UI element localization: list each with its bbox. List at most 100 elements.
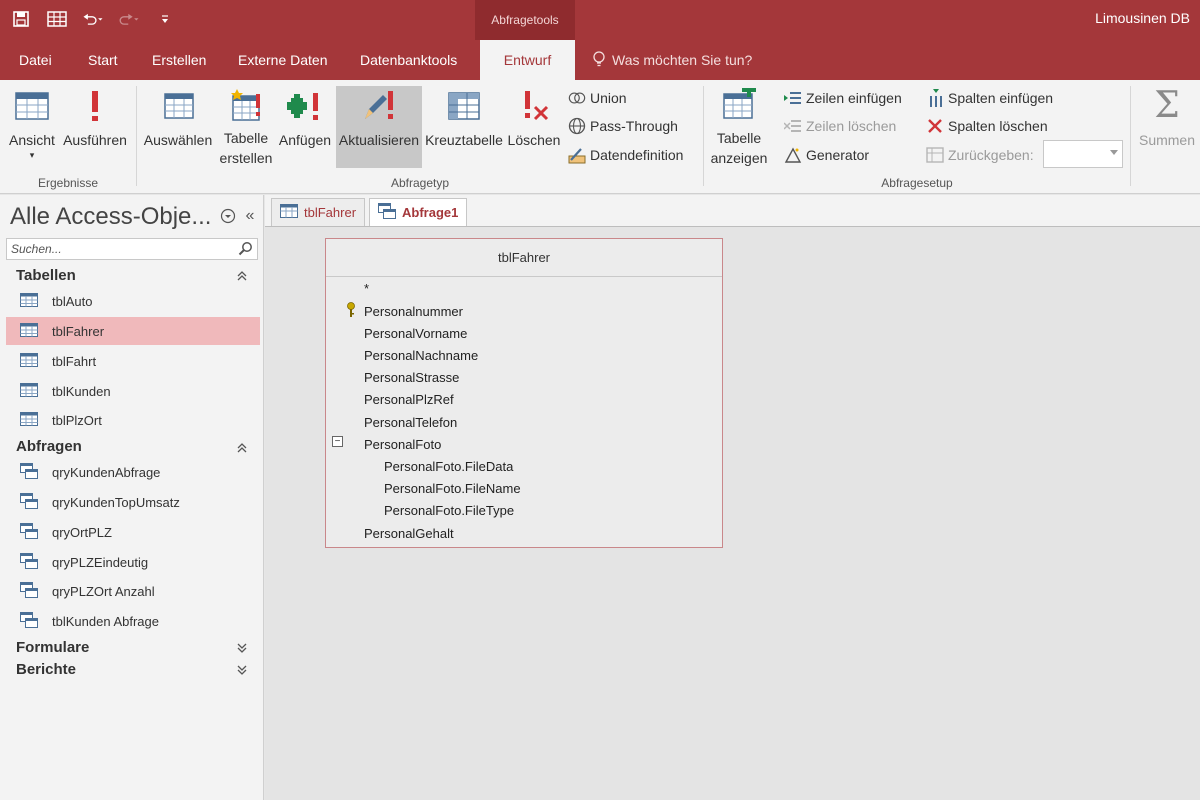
nav-item-qryortplz[interactable]: qryOrtPLZ	[6, 518, 260, 546]
field-personalnummer[interactable]: Personalnummer	[364, 304, 463, 319]
section-abfragen[interactable]: Abfragen	[16, 438, 82, 455]
section-berichte[interactable]: Berichte	[16, 661, 76, 678]
kreuztabelle-label: Kreuztabelle	[425, 132, 503, 148]
field-personalplzref[interactable]: PersonalPlzRef	[364, 392, 454, 407]
tab-datei[interactable]: Datei	[19, 40, 52, 80]
sigma-icon: Σ	[1154, 85, 1180, 126]
builder-wand-icon	[784, 146, 802, 164]
chevron-down-icon[interactable]	[236, 641, 248, 655]
ribbon: Ansicht ▾ Ausführen Ergebnisse Auswählen…	[0, 80, 1200, 194]
aktualisieren-button[interactable]: Aktualisieren	[336, 86, 422, 168]
union-label: Union	[590, 90, 627, 106]
union-button[interactable]: Union	[568, 86, 627, 110]
nav-item-tblauto[interactable]: tblAuto	[6, 287, 260, 315]
field-list-tblfahrer[interactable]: tblFahrer * Personalnummer PersonalVorna…	[325, 238, 723, 548]
field-all[interactable]: *	[364, 281, 369, 296]
loeschen-button[interactable]: Löschen	[506, 86, 562, 168]
doc-tab-tblfahrer[interactable]: tblFahrer	[271, 198, 366, 226]
field-personalstrasse[interactable]: PersonalStrasse	[364, 370, 459, 385]
nav-item-qryplzort-anzahl[interactable]: qryPLZOrt Anzahl	[6, 577, 260, 605]
union-icon	[568, 89, 586, 107]
nav-item-label: qryOrtPLZ	[52, 524, 112, 540]
table-icon	[20, 411, 38, 429]
nav-item-qrykundenabfrage[interactable]: qryKundenAbfrage	[6, 458, 260, 486]
group-separator	[136, 86, 137, 186]
nav-item-tblkunden[interactable]: tblKunden	[6, 377, 260, 405]
field-personalnachname[interactable]: PersonalNachname	[364, 348, 478, 363]
redo-icon[interactable]	[118, 8, 140, 30]
nav-item-label: qryPLZEindeutig	[52, 554, 149, 570]
nav-search-input[interactable]: Suchen...	[6, 238, 258, 260]
chevron-down-icon: ▾	[29, 150, 35, 160]
table-icon	[20, 292, 38, 310]
zeilen-einfuegen-button[interactable]: Zeilen einfügen	[784, 86, 902, 110]
delete-columns-icon	[926, 117, 944, 135]
collapse-pane-icon[interactable]: «	[241, 207, 259, 225]
chevron-up-icon[interactable]	[236, 441, 248, 455]
tell-me-search[interactable]: Was möchten Sie tun?	[592, 40, 752, 80]
field-personaltelefon[interactable]: PersonalTelefon	[364, 415, 457, 430]
search-icon[interactable]	[238, 241, 254, 257]
spalten-loeschen-button[interactable]: Spalten löschen	[926, 114, 1048, 138]
tab-erstellen[interactable]: Erstellen	[152, 40, 206, 80]
doc-tab-abfrage1[interactable]: Abfrage1	[369, 198, 468, 226]
auswaehlen-button[interactable]: Auswählen	[141, 86, 215, 168]
return-values-icon	[926, 146, 944, 164]
app-title: Limousinen DB	[1095, 10, 1190, 26]
ribbon-tab-bar: Datei Start Erstellen Externe Daten Date…	[0, 40, 1200, 80]
kreuztabelle-button[interactable]: Kreuztabelle	[424, 86, 504, 168]
doc-tab-label: tblFahrer	[304, 205, 357, 220]
tab-entwurf[interactable]: Entwurf	[480, 40, 575, 80]
tabelle-erstellen-button[interactable]: Tabelle erstellen	[217, 86, 275, 168]
nav-menu-dropdown-icon[interactable]	[219, 207, 237, 225]
tab-start[interactable]: Start	[88, 40, 118, 80]
aktualisieren-label: Aktualisieren	[338, 132, 420, 148]
nav-item-qrykundentopumsatz[interactable]: qryKundenTopUmsatz	[6, 488, 260, 516]
ansicht-button[interactable]: Ansicht ▾	[6, 86, 58, 168]
undo-icon[interactable]	[82, 8, 104, 30]
anfuegen-button[interactable]: Anfügen	[276, 86, 334, 168]
save-icon[interactable]	[10, 8, 32, 30]
datendefinition-label: Datendefinition	[590, 147, 684, 163]
field-personalgehalt[interactable]: PersonalGehalt	[364, 526, 454, 541]
section-tabellen[interactable]: Tabellen	[16, 267, 76, 284]
field-personalfoto[interactable]: PersonalFoto	[364, 437, 441, 452]
zurueckgeben-dropdown[interactable]	[1043, 140, 1123, 168]
field-personalvorname[interactable]: PersonalVorname	[364, 326, 467, 341]
section-formulare[interactable]: Formulare	[16, 639, 89, 656]
summen-label: Summen	[1138, 132, 1196, 148]
chevron-down-icon[interactable]	[236, 663, 248, 677]
zeilen-loeschen-button[interactable]: Zeilen löschen	[784, 114, 896, 138]
lightbulb-icon	[592, 50, 606, 70]
nav-item-tblkunden-abfrage[interactable]: tblKunden Abfrage	[6, 607, 260, 635]
field-personalfoto-filetype[interactable]: PersonalFoto.FileType	[384, 503, 514, 518]
nav-item-tblfahrt[interactable]: tblFahrt	[6, 347, 260, 375]
update-query-pencil-icon	[359, 86, 399, 126]
nav-pane-title[interactable]: Alle Access-Obje...	[10, 203, 211, 231]
summen-button[interactable]: Σ Summen	[1134, 86, 1200, 168]
nav-item-tblplzort[interactable]: tblPlzOrt	[6, 406, 260, 434]
collapse-minus-icon[interactable]: −	[332, 436, 343, 447]
tab-externe-daten[interactable]: Externe Daten	[238, 40, 328, 80]
table-icon	[280, 204, 298, 221]
pass-through-button[interactable]: Pass-Through	[568, 114, 678, 138]
customize-toolbar-icon[interactable]	[154, 8, 176, 30]
tabelle-anzeigen-button[interactable]: Tabelle anzeigen	[707, 86, 771, 168]
spalten-einfuegen-button[interactable]: Spalten einfügen	[926, 86, 1053, 110]
field-personalfoto-filedata[interactable]: PersonalFoto.FileData	[384, 459, 513, 474]
tell-me-label: Was möchten Sie tun?	[612, 52, 753, 68]
generator-button[interactable]: Generator	[784, 143, 869, 167]
datendefinition-button[interactable]: Datendefinition	[568, 143, 683, 167]
nav-item-qryplzeindeutig[interactable]: qryPLZEindeutig	[6, 548, 260, 576]
field-personalfoto-filename[interactable]: PersonalFoto.FileName	[384, 481, 521, 496]
field-list-title[interactable]: tblFahrer	[326, 239, 722, 277]
spalten-einfuegen-label: Spalten einfügen	[948, 90, 1054, 106]
table-view-icon[interactable]	[46, 8, 68, 30]
group-label-ergebnisse: Ergebnisse	[37, 176, 99, 190]
chevron-up-icon[interactable]	[236, 269, 248, 283]
tab-datenbanktools[interactable]: Datenbanktools	[360, 40, 457, 80]
ausfuehren-button[interactable]: Ausführen	[60, 86, 130, 168]
nav-item-tblfahrer[interactable]: tblFahrer	[6, 317, 260, 345]
nav-item-label: qryKundenTopUmsatz	[52, 494, 180, 510]
tabelle-anzeigen-label-1: Tabelle	[716, 130, 762, 146]
